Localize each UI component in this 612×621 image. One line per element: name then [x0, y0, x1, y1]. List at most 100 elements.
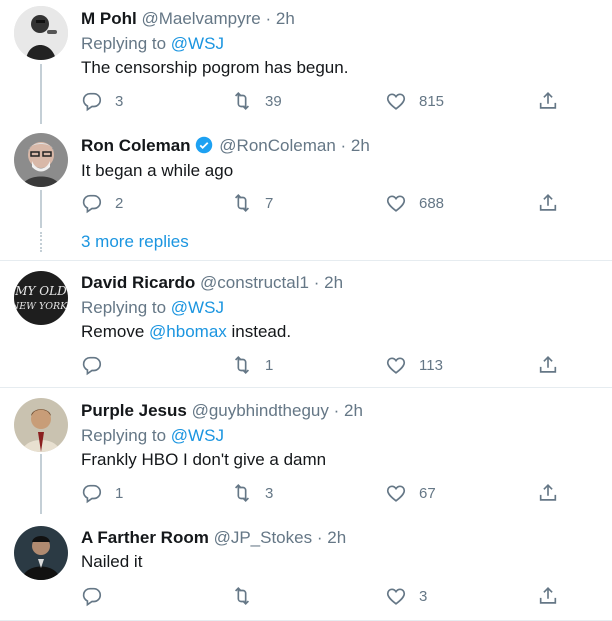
reply-icon: [81, 482, 103, 504]
reply-icon: [81, 354, 103, 376]
share-button[interactable]: [537, 482, 559, 504]
tweet-header: Purple Jesus @guybhindtheguy · 2h: [81, 400, 363, 422]
author-name[interactable]: Purple Jesus: [81, 401, 187, 420]
replying-prefix: Replying to: [81, 34, 167, 53]
timestamp[interactable]: 2h: [276, 9, 295, 28]
retweet-count: 1: [265, 356, 274, 374]
thread-line: [40, 64, 42, 124]
verified-badge-icon: [195, 136, 212, 154]
retweet-icon: [231, 482, 253, 504]
like-button[interactable]: 113: [385, 354, 443, 376]
timestamp[interactable]: 2h: [344, 401, 363, 420]
retweet-button[interactable]: 7: [231, 192, 273, 214]
avatar[interactable]: [14, 398, 68, 452]
show-more-replies-link[interactable]: 3 more replies: [81, 232, 189, 252]
replying-prefix: Replying to: [81, 426, 167, 445]
like-icon: [385, 354, 407, 376]
replying-to-link[interactable]: @WSJ: [171, 298, 224, 317]
author-name[interactable]: Ron Coleman: [81, 136, 191, 155]
author-handle[interactable]: @guybhindtheguy: [192, 401, 329, 420]
share-icon: [537, 482, 559, 504]
author-name[interactable]: A Farther Room: [81, 528, 209, 547]
retweet-icon: [231, 192, 253, 214]
author-handle[interactable]: @Maelvampyre: [141, 9, 260, 28]
separator: ·: [313, 273, 320, 292]
reply-button[interactable]: 3: [81, 90, 123, 112]
reply-button[interactable]: [81, 585, 115, 607]
tweet-m-pohl[interactable]: M Pohl @Maelvampyre · 2h Replying to @WS…: [0, 0, 612, 124]
like-button[interactable]: 688: [385, 192, 444, 214]
retweet-button[interactable]: 3: [231, 482, 273, 504]
retweet-icon: [231, 585, 253, 607]
retweet-button[interactable]: 1: [231, 354, 273, 376]
thread-dots: [40, 232, 44, 252]
retweet-icon: [231, 354, 253, 376]
tweet-text-before: Remove: [81, 322, 150, 341]
timestamp[interactable]: 2h: [327, 528, 346, 547]
retweet-button[interactable]: 39: [231, 90, 282, 112]
avatar[interactable]: MY OLD NEW YORK!: [14, 271, 68, 325]
share-button[interactable]: [537, 192, 559, 214]
tweet-ron-coleman[interactable]: Ron Coleman @RonColeman · 2h It began a …: [0, 124, 612, 228]
reply-button[interactable]: 1: [81, 482, 123, 504]
share-icon: [537, 192, 559, 214]
share-button[interactable]: [537, 585, 559, 607]
replying-prefix: Replying to: [81, 298, 167, 317]
like-count: 688: [419, 194, 445, 212]
replying-to: Replying to @WSJ: [81, 425, 224, 447]
separator: ·: [333, 401, 340, 420]
replying-to: Replying to @WSJ: [81, 33, 224, 55]
retweet-count: 7: [265, 194, 274, 212]
avatar[interactable]: [14, 6, 68, 60]
author-handle[interactable]: @JP_Stokes: [214, 528, 313, 547]
timestamp[interactable]: 2h: [351, 136, 370, 155]
author-handle[interactable]: @RonColeman: [219, 136, 335, 155]
tweet-text: It began a while ago: [81, 161, 234, 180]
reply-icon: [81, 192, 103, 214]
like-count: 113: [419, 356, 443, 374]
mention-link[interactable]: @hbomax: [149, 322, 227, 341]
separator: ·: [316, 528, 323, 547]
like-icon: [385, 482, 407, 504]
retweet-count: 3: [265, 484, 274, 502]
reply-count: 3: [115, 92, 124, 110]
avatar-lettering: MY OLD: [14, 284, 67, 298]
like-icon: [385, 585, 407, 607]
author-name[interactable]: M Pohl: [81, 9, 137, 28]
tweet-header: Ron Coleman @RonColeman · 2h: [81, 135, 370, 157]
replying-to-link[interactable]: @WSJ: [171, 34, 224, 53]
tweet-text: Remove @hbomax instead.: [81, 321, 291, 343]
separator: ·: [340, 136, 347, 155]
like-button[interactable]: 3: [385, 585, 427, 607]
thread-line: [40, 190, 42, 228]
like-button[interactable]: 67: [385, 482, 436, 504]
tweet-text: Frankly HBO I don't give a damn: [81, 450, 327, 469]
retweet-count: 39: [265, 92, 282, 110]
tweet-david-ricardo[interactable]: MY OLD NEW YORK! David Ricardo @construc…: [0, 261, 612, 387]
tweet-purple-jesus[interactable]: Purple Jesus @guybhindtheguy · 2h Replyi…: [0, 388, 612, 514]
author-name[interactable]: David Ricardo: [81, 273, 195, 292]
like-count: 815: [419, 92, 445, 110]
timestamp[interactable]: 2h: [324, 273, 343, 292]
like-icon: [385, 90, 407, 112]
share-button[interactable]: [537, 354, 559, 376]
reply-count: 1: [115, 484, 124, 502]
avatar[interactable]: [14, 133, 68, 187]
reply-button[interactable]: [81, 354, 115, 376]
retweet-button[interactable]: [231, 585, 265, 607]
separator: ·: [265, 9, 272, 28]
tweet-header: A Farther Room @JP_Stokes · 2h: [81, 527, 346, 549]
share-button[interactable]: [537, 90, 559, 112]
share-icon: [537, 90, 559, 112]
retweet-icon: [231, 90, 253, 112]
like-button[interactable]: 815: [385, 90, 444, 112]
reply-button[interactable]: 2: [81, 192, 123, 214]
reply-count: 2: [115, 194, 124, 212]
avatar[interactable]: [14, 526, 68, 580]
like-icon: [385, 192, 407, 214]
author-handle[interactable]: @constructal1: [200, 273, 309, 292]
tweet-a-farther-room[interactable]: A Farther Room @JP_Stokes · 2h Nailed it…: [0, 514, 612, 620]
tweet-header: M Pohl @Maelvampyre · 2h: [81, 8, 295, 30]
replying-to-link[interactable]: @WSJ: [171, 426, 224, 445]
thread-line: [40, 454, 42, 514]
